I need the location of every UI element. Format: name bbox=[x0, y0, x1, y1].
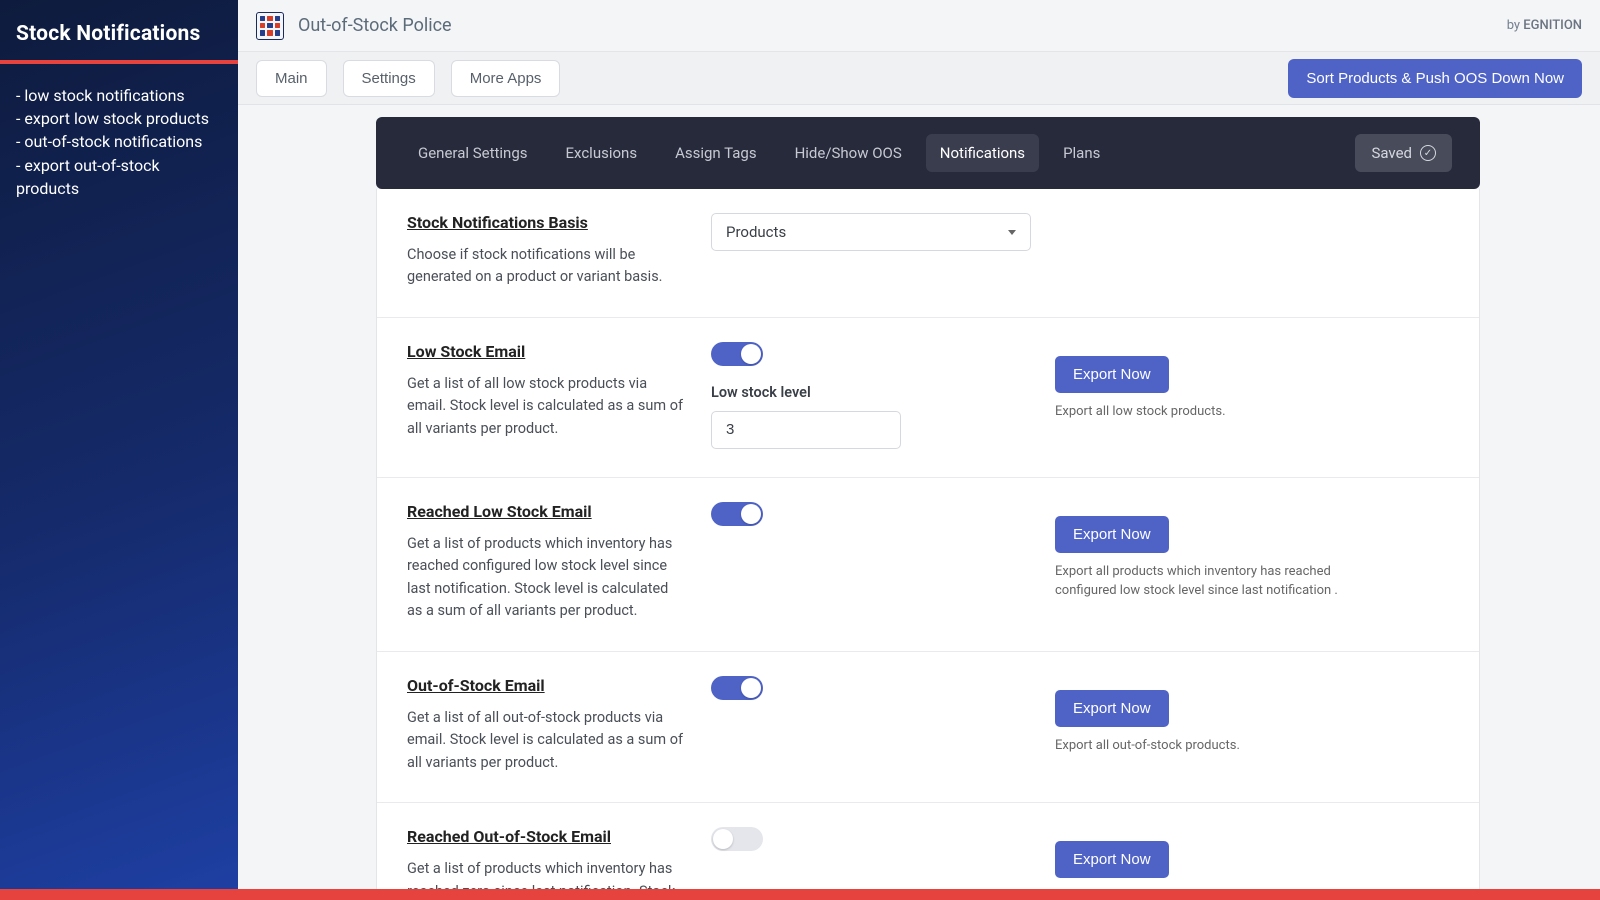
low-level-label: Low stock level bbox=[711, 384, 1031, 401]
sidebar-rule bbox=[0, 60, 238, 64]
check-circle-icon: ✓ bbox=[1420, 145, 1436, 161]
sidebar-item: export out-of-stock products bbox=[16, 154, 222, 200]
basis-desc: Choose if stock notifications will be ge… bbox=[407, 244, 687, 289]
oos-toggle[interactable] bbox=[711, 676, 763, 700]
reached-oos-desc: Get a list of products which inventory h… bbox=[407, 858, 687, 889]
export-low-hint: Export all low stock products. bbox=[1055, 403, 1365, 422]
low-level-input[interactable] bbox=[711, 411, 901, 449]
oos-desc: Get a list of all out-of-stock products … bbox=[407, 707, 687, 774]
section-basis: Stock Notifications Basis Choose if stoc… bbox=[377, 189, 1479, 318]
section-reached-oos-email: Reached Out-of-Stock Email Get a list of… bbox=[377, 803, 1479, 889]
basis-select-value: Products bbox=[726, 223, 786, 241]
section-reached-low-stock-email: Reached Low Stock Email Get a list of pr… bbox=[377, 478, 1479, 652]
export-oos-button[interactable]: Export Now bbox=[1055, 690, 1169, 727]
section-oos-email: Out-of-Stock Email Get a list of all out… bbox=[377, 652, 1479, 803]
basis-title: Stock Notifications Basis bbox=[407, 213, 687, 232]
tab-assign-tags[interactable]: Assign Tags bbox=[661, 134, 771, 172]
tab-notifications[interactable]: Notifications bbox=[926, 134, 1039, 172]
app-bar: Out-of-Stock Police by EGNITION bbox=[238, 0, 1600, 52]
sidebar-item: out-of-stock notifications bbox=[16, 130, 222, 153]
reached-oos-title: Reached Out-of-Stock Email bbox=[407, 827, 687, 846]
tab-general-settings[interactable]: General Settings bbox=[404, 134, 542, 172]
by-prefix: by bbox=[1507, 18, 1524, 33]
export-reached-oos-button[interactable]: Export Now bbox=[1055, 841, 1169, 878]
tab-exclusions[interactable]: Exclusions bbox=[552, 134, 652, 172]
settings-button[interactable]: Settings bbox=[343, 60, 435, 97]
reached-oos-toggle[interactable] bbox=[711, 827, 763, 851]
export-reached-low-button[interactable]: Export Now bbox=[1055, 516, 1169, 553]
oos-title: Out-of-Stock Email bbox=[407, 676, 687, 695]
sidebar-title: Stock Notifications bbox=[16, 22, 222, 46]
chevron-down-icon bbox=[1008, 230, 1016, 235]
tab-plans[interactable]: Plans bbox=[1049, 134, 1114, 172]
export-reached-low-hint: Export all products which inventory has … bbox=[1055, 563, 1365, 601]
export-oos-hint: Export all out-of-stock products. bbox=[1055, 737, 1365, 756]
app-by-line: by EGNITION bbox=[1507, 18, 1582, 33]
reached-low-desc: Get a list of products which inventory h… bbox=[407, 533, 687, 623]
low-title: Low Stock Email bbox=[407, 342, 687, 361]
low-stock-toggle[interactable] bbox=[711, 342, 763, 366]
saved-indicator: Saved ✓ bbox=[1355, 134, 1452, 172]
sidebar-item: export low stock products bbox=[16, 107, 222, 130]
sidebar-item: low stock notifications bbox=[16, 84, 222, 107]
export-low-stock-button[interactable]: Export Now bbox=[1055, 356, 1169, 393]
reached-low-title: Reached Low Stock Email bbox=[407, 502, 687, 521]
app-logo-icon bbox=[256, 12, 284, 40]
content-scroll[interactable]: General Settings Exclusions Assign Tags … bbox=[238, 105, 1600, 889]
sidebar-feature-list: low stock notifications export low stock… bbox=[16, 84, 222, 200]
promo-sidebar: Stock Notifications low stock notificati… bbox=[0, 0, 238, 889]
main-area: Out-of-Stock Police by EGNITION Main Set… bbox=[238, 0, 1600, 889]
app-title: Out-of-Stock Police bbox=[298, 15, 452, 36]
notifications-panel: Stock Notifications Basis Choose if stoc… bbox=[376, 189, 1480, 889]
settings-tab-bar: General Settings Exclusions Assign Tags … bbox=[376, 117, 1480, 189]
low-desc: Get a list of all low stock products via… bbox=[407, 373, 687, 440]
section-low-stock-email: Low Stock Email Get a list of all low st… bbox=[377, 318, 1479, 478]
by-brand: EGNITION bbox=[1523, 18, 1582, 33]
basis-select[interactable]: Products bbox=[711, 213, 1031, 251]
reached-low-toggle[interactable] bbox=[711, 502, 763, 526]
sort-push-oos-button[interactable]: Sort Products & Push OOS Down Now bbox=[1288, 59, 1582, 98]
bottom-accent-strip bbox=[0, 889, 1600, 900]
toolbar: Main Settings More Apps Sort Products & … bbox=[238, 52, 1600, 105]
main-button[interactable]: Main bbox=[256, 60, 327, 97]
tab-hide-show-oos[interactable]: Hide/Show OOS bbox=[781, 134, 916, 172]
saved-label: Saved bbox=[1371, 144, 1412, 162]
more-apps-button[interactable]: More Apps bbox=[451, 60, 561, 97]
